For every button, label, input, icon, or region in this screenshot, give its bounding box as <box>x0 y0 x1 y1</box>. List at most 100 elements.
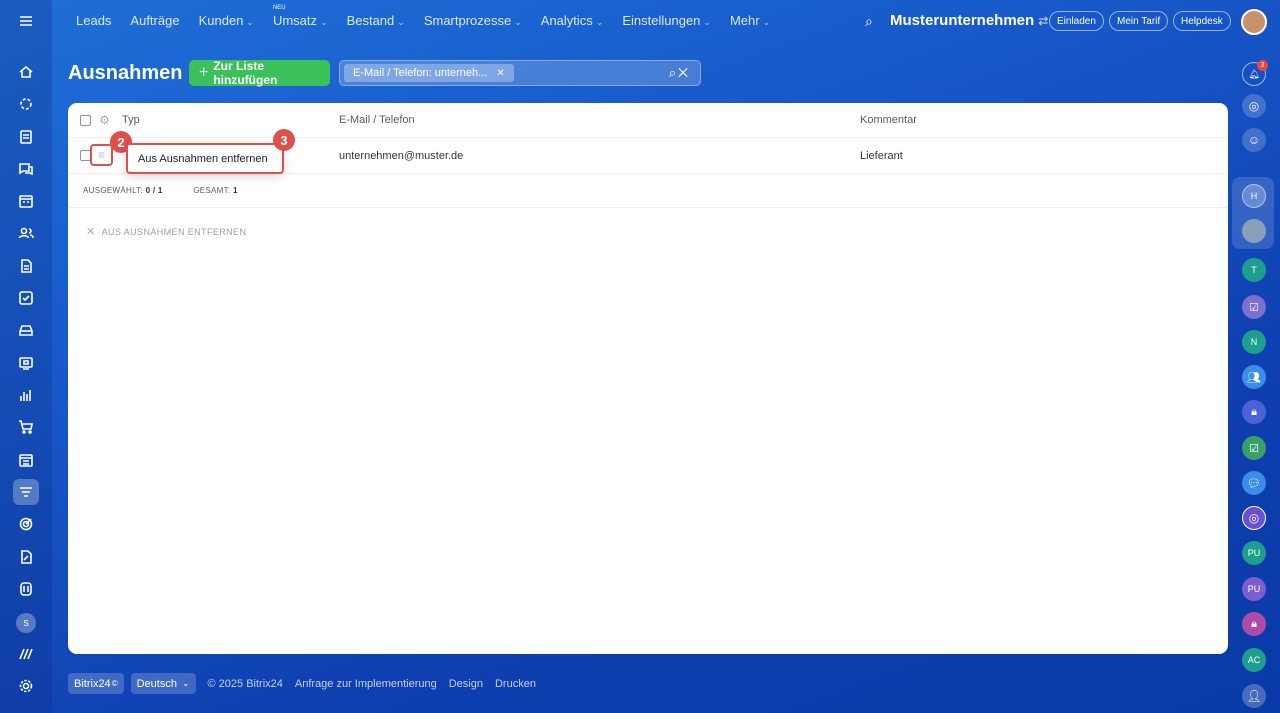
settings-gear-icon[interactable] <box>13 673 39 699</box>
home-icon[interactable] <box>13 59 39 85</box>
nav-item-umsatz[interactable]: Umsatz ⌄ NEU <box>273 5 328 28</box>
support-chat-icon[interactable]: 💬︎ <box>1242 471 1266 495</box>
total-count: 1 <box>232 186 238 195</box>
invite-button[interactable]: Einladen <box>1049 11 1104 31</box>
select-all-checkbox[interactable] <box>80 115 91 126</box>
new-badge: NEU <box>272 5 286 11</box>
nav-item-auftr-ge[interactable]: Aufträge <box>130 13 179 28</box>
chat-avatar-photo[interactable] <box>1242 219 1266 243</box>
notification-count: 3 <box>1257 60 1268 71</box>
notifications-bell-icon[interactable]: 🔔︎ 3 <box>1242 60 1268 86</box>
helpdesk-button[interactable]: Helpdesk <box>1173 11 1231 31</box>
search-icon[interactable]: ⌕ <box>669 65 678 80</box>
copilot-chat-icon[interactable]: ◎ <box>1242 506 1266 530</box>
chevron-down-icon: ⌄ <box>320 17 328 27</box>
chat-avatar[interactable]: PU <box>1242 541 1266 565</box>
menu-icon[interactable] <box>13 8 39 34</box>
nav-item-bestand[interactable]: Bestand ⌄ <box>347 13 405 28</box>
chevron-down-icon: ⌄ <box>246 17 254 27</box>
footer: Bitrix24 © Deutsch ⌄ © 2025 Bitrix24 Anfra… <box>68 673 548 694</box>
booking-icon[interactable] <box>13 447 39 473</box>
language-select[interactable]: Deutsch ⌄ <box>130 673 196 694</box>
column-header-type[interactable]: Typ <box>122 114 140 126</box>
nav-item-einstellungen[interactable]: Einstellungen ⌄ <box>622 13 711 28</box>
sidebar-avatar[interactable]: S <box>16 613 36 633</box>
chat-avatar[interactable]: PU <box>1242 577 1266 601</box>
analytics-icon[interactable] <box>13 382 39 408</box>
messenger-icon[interactable]: ☺ <box>1242 128 1266 152</box>
tariff-button[interactable]: Mein Tarif <box>1109 11 1169 31</box>
nav-item-kunden[interactable]: Kunden ⌄ <box>199 13 254 28</box>
marketing-icon[interactable] <box>13 511 39 537</box>
search-icon[interactable]: ⌕ <box>865 13 873 30</box>
chat-avatar[interactable]: H <box>1242 184 1266 208</box>
bulk-remove-action[interactable]: ✕ AUS AUSNAHMEN ENTFERNEN <box>86 225 246 238</box>
chat-avatar[interactable]: T <box>1242 258 1266 282</box>
contacts-icon[interactable] <box>13 220 39 246</box>
user-avatar[interactable] <box>1241 9 1267 35</box>
nav-item-smartprozesse[interactable]: Smartprozesse ⌄ <box>424 13 522 28</box>
right-sidebar: 🔔︎ 3 ◎ ☺ H T ☑ N 👥︎ 🔒︎ ☑ 💬︎ ◎ PU PU 🔒︎ AC… <box>1228 44 1280 713</box>
task-chat-icon[interactable]: ☑ <box>1242 436 1266 460</box>
context-menu-remove-item[interactable]: Aus Ausnahmen entfernen <box>126 143 284 174</box>
remove-filter-icon[interactable]: ✕ <box>496 68 504 79</box>
devops-icon[interactable] <box>13 641 39 667</box>
lock-chat-icon[interactable]: 🔒︎ <box>1242 612 1266 636</box>
clear-icon[interactable]: ✕ <box>678 65 690 80</box>
chat-icon[interactable] <box>13 156 39 182</box>
nav-item-analytics[interactable]: Analytics ⌄ <box>541 13 604 28</box>
divider <box>68 207 1228 208</box>
company-name[interactable]: Musterunternehmen ⇄ <box>890 12 1048 29</box>
calendar-icon[interactable] <box>13 188 39 214</box>
column-header-contact[interactable]: E-Mail / Telefon <box>339 114 415 126</box>
task-chat-icon[interactable]: ☑ <box>1242 295 1266 319</box>
chevron-down-icon: ⌄ <box>397 17 405 27</box>
brand-button[interactable]: Bitrix24 © <box>68 673 124 694</box>
table-row: ≡ 2 Aus Ausnahmen entfernen 3 unternehme… <box>68 129 1228 174</box>
footer-link-print[interactable]: Drucken <box>495 678 536 690</box>
nav-item-leads[interactable]: Leads <box>76 13 111 28</box>
left-sidebar: S <box>0 0 52 713</box>
annotation-badge-3: 3 <box>273 129 295 151</box>
table-stats: AUSGEWÄHLT: 0 / 1 GESAMT: 1 <box>83 186 238 195</box>
group-chat-icon[interactable]: 👥︎ <box>1242 365 1266 389</box>
settings-icon[interactable]: ⚙ <box>99 113 110 127</box>
sites-icon[interactable] <box>13 350 39 376</box>
team-icon[interactable]: 👤︎ <box>1242 684 1266 708</box>
tasks-icon[interactable] <box>13 285 39 311</box>
apps-icon[interactable] <box>13 576 39 602</box>
cell-comment: Lieferant <box>860 150 903 162</box>
shop-icon[interactable] <box>13 414 39 440</box>
add-to-list-button[interactable]: + Zur Liste hinzufügen <box>189 59 330 87</box>
chat-avatar[interactable]: N <box>1242 330 1266 354</box>
filter-tag[interactable]: E-Mail / Telefon: unterneh... ✕ <box>344 64 514 82</box>
row-menu-button[interactable]: ≡ <box>90 144 113 166</box>
nav-item-mehr[interactable]: Mehr ⌄ <box>730 13 770 28</box>
crm-filter-icon[interactable] <box>13 479 39 505</box>
switch-icon: ⇄ <box>1038 14 1049 28</box>
close-icon: ✕ <box>86 226 96 238</box>
chevron-down-icon: ⌄ <box>762 17 771 27</box>
documents-icon[interactable] <box>13 253 39 279</box>
plus-icon: + <box>199 64 209 81</box>
filter-search-bar[interactable]: E-Mail / Telefon: unterneh... ✕ ⌕✕ <box>339 60 701 86</box>
chevron-down-icon: ⌄ <box>181 678 190 688</box>
hamburger-icon: ≡ <box>97 148 105 162</box>
chevron-down-icon: ⌄ <box>595 17 604 27</box>
feed-icon[interactable] <box>13 124 39 150</box>
drive-icon[interactable] <box>13 317 39 343</box>
table-header: ⚙ Typ E-Mail / Telefon Kommentar <box>68 103 1228 138</box>
chevron-down-icon: ⌄ <box>703 17 711 27</box>
footer-link-implementation[interactable]: Anfrage zur Implementierung <box>295 678 437 690</box>
main-nav: Leads Aufträge Kunden ⌄ Umsatz ⌄ NEU Bestand ⌄ Sm… <box>76 5 789 28</box>
chat-avatar[interactable]: AC <box>1242 648 1266 672</box>
signature-icon[interactable] <box>13 544 39 570</box>
exceptions-table-card: ⚙ Typ E-Mail / Telefon Kommentar ≡ 2 Aus… <box>68 103 1228 654</box>
crm-icon[interactable] <box>13 91 39 117</box>
column-header-comment[interactable]: Kommentar <box>860 114 917 126</box>
footer-link-design[interactable]: Design <box>449 678 483 690</box>
lock-chat-icon[interactable]: 🔒︎ <box>1242 400 1266 424</box>
chevron-down-icon: ⌄ <box>514 17 522 27</box>
page-title: Ausnahmen <box>68 62 183 84</box>
copilot-icon[interactable]: ◎ <box>1242 94 1266 118</box>
